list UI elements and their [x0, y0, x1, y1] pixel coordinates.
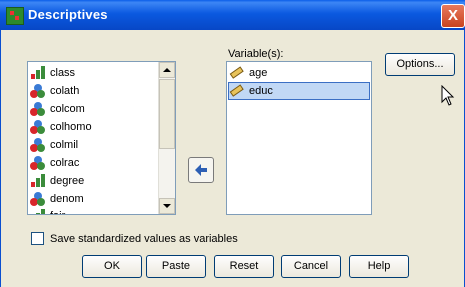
- scroll-up-button[interactable]: [159, 62, 175, 78]
- title-bar: Descriptives X: [0, 0, 465, 30]
- list-item[interactable]: colmil: [30, 136, 78, 154]
- ordinal-variable-icon: [30, 66, 46, 80]
- nominal-variable-icon: [30, 102, 46, 116]
- list-item-label: age: [249, 67, 268, 79]
- list-item[interactable]: degree: [30, 172, 84, 190]
- variables-label: Variable(s):: [228, 48, 284, 60]
- list-item-label: colhomo: [50, 121, 92, 133]
- descriptives-dialog: class colath colcom colhomo colmil colra: [0, 30, 465, 287]
- save-standardized-label: Save standardized values as variables: [50, 232, 238, 245]
- nominal-variable-icon: [30, 84, 46, 98]
- ok-button[interactable]: OK: [82, 255, 142, 278]
- nominal-variable-icon: [30, 156, 46, 170]
- list-item[interactable]: colhomo: [30, 118, 92, 136]
- list-item[interactable]: class: [30, 64, 75, 82]
- list-item-label: colcom: [50, 103, 85, 115]
- list-item-label: colath: [50, 85, 80, 97]
- scroll-thumb[interactable]: [159, 79, 175, 149]
- nominal-variable-icon: [30, 192, 46, 206]
- spss-app-icon: [6, 7, 24, 25]
- list-item[interactable]: colcom: [30, 100, 85, 118]
- scroll-down-arrow-icon: [163, 204, 171, 208]
- list-item[interactable]: age: [229, 64, 267, 82]
- scale-variable-icon: [229, 66, 245, 80]
- source-variable-list[interactable]: class colath colcom colhomo colmil colra: [27, 61, 176, 215]
- list-item-label: class: [50, 67, 76, 79]
- save-standardized-checkbox[interactable]: [31, 232, 44, 245]
- list-item-label: denom: [50, 193, 84, 205]
- reset-button[interactable]: Reset: [214, 255, 274, 278]
- move-variable-button[interactable]: [188, 157, 214, 183]
- list-item[interactable]: fair: [30, 207, 65, 214]
- vertical-scrollbar[interactable]: [158, 62, 175, 214]
- scroll-up-arrow-icon: [163, 68, 171, 72]
- list-item[interactable]: denom: [30, 190, 84, 208]
- cancel-button[interactable]: Cancel: [281, 255, 341, 278]
- paste-button[interactable]: Paste: [146, 255, 206, 278]
- close-button[interactable]: X: [441, 4, 465, 28]
- list-item-label: degree: [50, 175, 85, 187]
- save-standardized-option[interactable]: Save standardized values as variables: [31, 232, 238, 245]
- scroll-down-button[interactable]: [159, 198, 175, 214]
- list-item-selected[interactable]: educ: [228, 82, 370, 100]
- mouse-pointer-icon: [441, 85, 455, 106]
- ordinal-variable-icon: [30, 209, 46, 214]
- list-item-label: colmil: [50, 139, 79, 151]
- nominal-variable-icon: [30, 138, 46, 152]
- list-item-label: colrac: [50, 157, 80, 169]
- ordinal-variable-icon: [30, 174, 46, 188]
- window-title: Descriptives: [28, 7, 108, 22]
- arrow-left-icon: [195, 164, 207, 176]
- list-item-label: educ: [249, 85, 273, 97]
- help-button[interactable]: Help: [349, 255, 409, 278]
- options-button[interactable]: Options...: [385, 53, 455, 76]
- list-item[interactable]: colrac: [30, 154, 79, 172]
- list-item[interactable]: colath: [30, 82, 79, 100]
- selected-variables-list[interactable]: age educ: [226, 61, 372, 215]
- nominal-variable-icon: [30, 120, 46, 134]
- list-item-label: fair: [50, 210, 65, 214]
- scale-variable-icon: [229, 84, 245, 98]
